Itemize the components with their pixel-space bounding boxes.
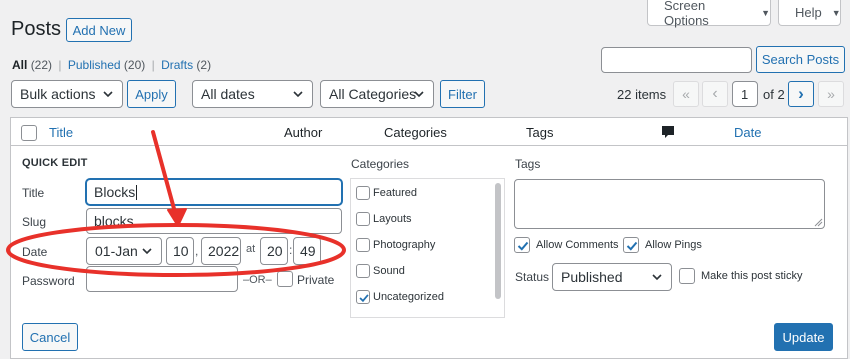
filter-separator: | — [151, 58, 155, 72]
chevron-down-icon — [103, 91, 113, 98]
checkmark-icon — [359, 294, 369, 303]
column-date[interactable]: Date — [734, 125, 761, 140]
column-tags: Tags — [526, 125, 554, 140]
minute-input[interactable]: 49 — [293, 237, 321, 265]
update-button[interactable]: Update — [774, 323, 833, 351]
categories-value: All Categories — [329, 86, 417, 102]
date-comma: , — [195, 244, 199, 258]
select-all-checkbox[interactable] — [21, 125, 37, 141]
bulk-actions-select[interactable]: Bulk actions — [11, 80, 123, 108]
last-page-button[interactable]: » — [818, 81, 844, 107]
filter-all[interactable]: All — [12, 58, 27, 72]
cancel-button[interactable]: Cancel — [22, 323, 78, 351]
date-at: at — [246, 243, 256, 255]
apply-button[interactable]: Apply — [127, 80, 176, 108]
month-select[interactable]: 01-Jan — [86, 237, 162, 265]
or-label: –OR– — [243, 274, 272, 286]
category-label: Photography — [373, 239, 436, 251]
column-categories: Categories — [384, 125, 447, 140]
first-page-button[interactable]: « — [673, 81, 699, 107]
status-value: Published — [561, 269, 623, 285]
slug-label: Slug — [22, 215, 47, 229]
screen-options-label: Screen Options — [664, 0, 709, 28]
month-value: 01-Jan — [95, 243, 138, 259]
filter-separator: | — [58, 58, 62, 72]
chevron-down-icon — [142, 248, 152, 255]
title-label: Title — [22, 186, 45, 200]
search-posts-button[interactable]: Search Posts — [756, 46, 845, 73]
dropdown-triangle-icon: ▼ — [761, 7, 770, 18]
dropdown-triangle-icon: ▼ — [831, 7, 841, 18]
category-label: Layouts — [373, 213, 412, 225]
password-label: Password — [22, 274, 75, 288]
chevron-down-icon — [652, 274, 662, 281]
day-input[interactable]: 10 — [166, 237, 194, 265]
page-title: Posts — [11, 18, 62, 40]
comments-icon — [662, 126, 674, 138]
column-title[interactable]: Title — [49, 125, 73, 140]
category-label: Uncategorized — [373, 291, 444, 303]
category-checkbox[interactable] — [356, 212, 370, 226]
sticky-label: Make this post sticky — [701, 270, 803, 282]
items-count: 22 items — [617, 87, 667, 102]
prev-page-button[interactable]: ‹ — [702, 81, 728, 107]
posts-table-header: Title Author Categories Tags Date — [10, 117, 848, 146]
category-checkbox[interactable] — [356, 290, 370, 304]
category-label: Featured — [373, 187, 418, 199]
next-page-button[interactable]: › — [788, 81, 814, 107]
password-input[interactable] — [86, 266, 238, 292]
help-label: Help — [795, 5, 822, 20]
add-new-button[interactable]: Add New — [66, 18, 132, 42]
checkmark-icon — [517, 241, 529, 251]
resize-handle-icon[interactable] — [814, 218, 823, 227]
filter-all-count: (22) — [30, 58, 53, 72]
status-filters: All (22) | Published (20) | Drafts (2) — [12, 58, 211, 72]
date-label: Date — [22, 245, 48, 259]
checkmark-icon — [626, 241, 638, 251]
filter-published-count: (20) — [123, 58, 146, 72]
private-label: Private — [297, 273, 335, 287]
year-input[interactable]: 2022 — [201, 237, 241, 265]
title-input[interactable]: Blocks — [86, 179, 342, 205]
dates-select[interactable]: All dates — [192, 80, 313, 108]
slug-input[interactable]: blocks — [86, 208, 342, 234]
allow-comments-checkbox[interactable] — [514, 237, 530, 253]
categories-scrollbar[interactable] — [495, 183, 501, 299]
column-author: Author — [284, 125, 323, 140]
chevron-down-icon — [414, 91, 424, 98]
category-label: Sound — [373, 265, 405, 277]
tags-textarea[interactable] — [514, 179, 825, 229]
status-select[interactable]: Published — [552, 263, 672, 291]
screen-options-button[interactable]: Screen Options ▼ — [647, 0, 771, 28]
page-total: of 2 — [763, 87, 785, 102]
private-checkbox[interactable] — [277, 271, 293, 287]
quick-edit-heading: QUICK EDIT — [22, 157, 88, 169]
allow-comments-label: Allow Comments — [536, 239, 619, 251]
search-input[interactable] — [601, 47, 752, 73]
status-label: Status — [515, 270, 550, 284]
allow-pings-checkbox[interactable] — [623, 237, 639, 253]
category-checkbox[interactable] — [356, 186, 370, 200]
category-checkbox[interactable] — [356, 264, 370, 278]
hour-input[interactable]: 20 — [260, 237, 288, 265]
dates-value: All dates — [201, 86, 255, 102]
title-input-value: Blocks — [94, 184, 136, 200]
help-button[interactable]: Help ▼ — [778, 0, 841, 26]
filter-button[interactable]: Filter — [440, 80, 485, 108]
category-checkbox[interactable] — [356, 238, 370, 252]
categories-heading: Categories — [351, 157, 410, 171]
tags-heading: Tags — [515, 157, 541, 171]
text-cursor — [136, 184, 138, 200]
allow-pings-label: Allow Pings — [645, 239, 702, 251]
filter-drafts[interactable]: Drafts — [161, 58, 193, 72]
chevron-down-icon — [293, 91, 303, 98]
categories-select[interactable]: All Categories — [320, 80, 434, 108]
filter-drafts-count: (2) — [196, 58, 212, 72]
time-colon: : — [289, 243, 293, 257]
bulk-actions-value: Bulk actions — [20, 86, 96, 102]
sticky-checkbox[interactable] — [679, 268, 695, 284]
filter-published[interactable]: Published — [68, 58, 121, 72]
current-page-input[interactable]: 1 — [732, 81, 758, 107]
